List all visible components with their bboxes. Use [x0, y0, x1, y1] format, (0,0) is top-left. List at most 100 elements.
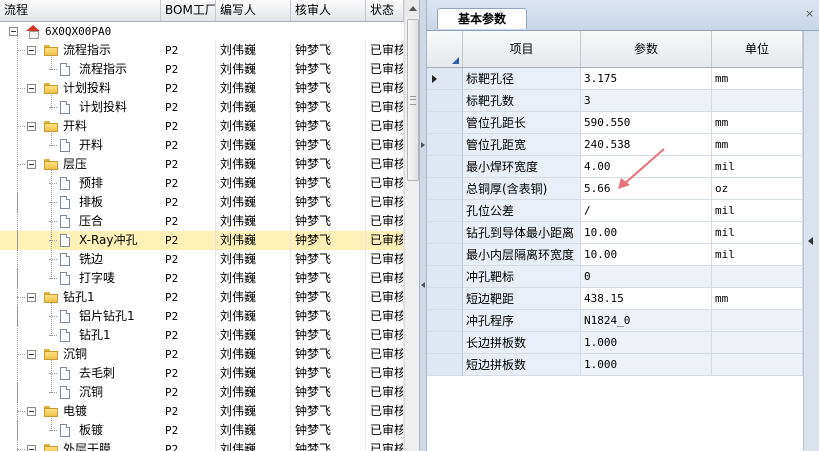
param-row[interactable]: 标靶孔数 3: [427, 90, 819, 112]
param-row[interactable]: 标靶孔径 3.175 mm: [427, 68, 819, 90]
row-indicator[interactable]: [427, 200, 463, 222]
tree-row[interactable]: 排板 P2 刘伟巍 钟梦飞 已审核: [0, 193, 404, 212]
param-row[interactable]: 短边拼板数 1.000: [427, 354, 819, 376]
tree-row[interactable]: 沉铜 P2 刘伟巍 钟梦飞 已审核: [0, 383, 404, 402]
tree-row-selected[interactable]: X-Ray冲孔 P2 刘伟巍 钟梦飞 已审核: [0, 231, 404, 250]
tree-leaf-label: X-Ray冲孔: [79, 233, 138, 247]
cell-value[interactable]: 4.00: [581, 156, 712, 178]
scroll-thumb[interactable]: [407, 19, 419, 181]
param-row[interactable]: 孔位公差 / mil: [427, 200, 819, 222]
tree-row[interactable]: 层压 P2 刘伟巍 钟梦飞 已审核: [0, 155, 404, 174]
tree-row[interactable]: 计划投料 P2 刘伟巍 钟梦飞 已审核: [0, 79, 404, 98]
cell-value[interactable]: 1.000: [581, 354, 712, 376]
col-header-process[interactable]: 流程: [0, 0, 161, 21]
cell-value[interactable]: N1824_0: [581, 310, 712, 332]
params-vertical-scrollbar[interactable]: [803, 31, 819, 451]
expand-left-icon[interactable]: [808, 237, 813, 245]
row-indicator[interactable]: [427, 266, 463, 288]
tree-row[interactable]: 开料 P2 刘伟巍 钟梦飞 已审核: [0, 136, 404, 155]
col-header-value[interactable]: 参数: [581, 31, 712, 67]
row-indicator[interactable]: [427, 354, 463, 376]
tree-row[interactable]: 外层干膜 P2 刘伟巍 钟梦飞 已审核: [0, 440, 404, 451]
tree-node-label: 沉铜: [63, 347, 88, 361]
cell-writer: 刘伟巍: [216, 440, 291, 451]
row-indicator[interactable]: [427, 222, 463, 244]
param-row[interactable]: 管位孔距宽 240.538 mm: [427, 134, 819, 156]
row-indicator[interactable]: [427, 112, 463, 134]
tree-row[interactable]: 沉铜 P2 刘伟巍 钟梦飞 已审核: [0, 345, 404, 364]
tree-leaf-label: 去毛刺: [79, 366, 116, 380]
cell-value[interactable]: /: [581, 200, 712, 222]
cell-value[interactable]: 0: [581, 266, 712, 288]
collapse-icon[interactable]: [27, 160, 36, 169]
cell-value[interactable]: 240.538: [581, 134, 712, 156]
tree-row[interactable]: 去毛刺 P2 刘伟巍 钟梦飞 已审核: [0, 364, 404, 383]
tree-vertical-scrollbar[interactable]: [404, 0, 419, 451]
tab-basic-params[interactable]: 基本参数: [437, 8, 527, 29]
row-indicator[interactable]: [427, 310, 463, 332]
collapse-left-icon[interactable]: [421, 282, 425, 288]
tree-row[interactable]: 计划投料 P2 刘伟巍 钟梦飞 已审核: [0, 98, 404, 117]
row-indicator[interactable]: [427, 156, 463, 178]
param-row[interactable]: 最小内层隔离环宽度 10.00 mil: [427, 244, 819, 266]
tree-row[interactable]: 流程指示 P2 刘伟巍 钟梦飞 已审核: [0, 41, 404, 60]
cell-value[interactable]: 3: [581, 90, 712, 112]
cell-value[interactable]: 10.00: [581, 222, 712, 244]
param-row[interactable]: 长边拼板数 1.000: [427, 332, 819, 354]
tree-row[interactable]: 铣边 P2 刘伟巍 钟梦飞 已审核: [0, 250, 404, 269]
param-row[interactable]: 管位孔距长 590.550 mm: [427, 112, 819, 134]
tree-row[interactable]: 流程指示 P2 刘伟巍 钟梦飞 已审核: [0, 60, 404, 79]
collapse-icon[interactable]: [27, 445, 36, 451]
collapse-icon[interactable]: [27, 407, 36, 416]
collapse-icon[interactable]: [27, 293, 36, 302]
tree-row[interactable]: 开料 P2 刘伟巍 钟梦飞 已审核: [0, 117, 404, 136]
scroll-up-icon[interactable]: [405, 0, 419, 17]
collapse-icon[interactable]: [27, 350, 36, 359]
tree-row[interactable]: 打字唛 P2 刘伟巍 钟梦飞 已审核: [0, 269, 404, 288]
cell-value[interactable]: 5.66: [581, 178, 712, 200]
row-indicator[interactable]: [427, 288, 463, 310]
row-indicator[interactable]: [427, 68, 463, 90]
row-indicator[interactable]: [427, 90, 463, 112]
document-icon: [60, 386, 70, 399]
tree-root-row[interactable]: 6X0QX00PA0: [0, 22, 404, 41]
collapse-right-icon[interactable]: [421, 142, 425, 148]
cell-reviewer: 钟梦飞: [291, 155, 366, 174]
cell-value[interactable]: 438.15: [581, 288, 712, 310]
col-header-writer[interactable]: 编写人: [216, 0, 291, 21]
cell-value[interactable]: 3.175: [581, 68, 712, 90]
tree-row[interactable]: 电镀 P2 刘伟巍 钟梦飞 已审核: [0, 402, 404, 421]
param-row[interactable]: 最小焊环宽度 4.00 mil: [427, 156, 819, 178]
param-row[interactable]: 短边靶距 438.15 mm: [427, 288, 819, 310]
tree-row[interactable]: 钻孔1 P2 刘伟巍 钟梦飞 已审核: [0, 326, 404, 345]
cell-writer: 刘伟巍: [216, 402, 291, 421]
header-corner[interactable]: [427, 31, 463, 67]
col-header-bom[interactable]: BOM工厂: [161, 0, 216, 21]
row-indicator[interactable]: [427, 134, 463, 156]
param-row[interactable]: 钻孔到导体最小距离 10.00 mil: [427, 222, 819, 244]
collapse-icon[interactable]: [27, 84, 36, 93]
tree-row[interactable]: 铝片钻孔1 P2 刘伟巍 钟梦飞 已审核: [0, 307, 404, 326]
tree-row[interactable]: 钻孔1 P2 刘伟巍 钟梦飞 已审核: [0, 288, 404, 307]
param-row[interactable]: 总铜厚(含表铜) 5.66 oz: [427, 178, 819, 200]
col-header-status[interactable]: 状态: [366, 0, 404, 21]
cell-value[interactable]: 590.550: [581, 112, 712, 134]
param-row[interactable]: 冲孔程序 N1824_0: [427, 310, 819, 332]
tree-row[interactable]: 板镀 P2 刘伟巍 钟梦飞 已审核: [0, 421, 404, 440]
cell-bom: P2: [161, 174, 216, 193]
col-header-item[interactable]: 项目: [463, 31, 581, 67]
close-icon[interactable]: ×: [805, 8, 815, 19]
collapse-icon[interactable]: [27, 46, 36, 55]
col-header-reviewer[interactable]: 核审人: [291, 0, 366, 21]
row-indicator[interactable]: [427, 178, 463, 200]
panel-splitter[interactable]: [419, 0, 427, 451]
tree-row[interactable]: 预排 P2 刘伟巍 钟梦飞 已审核: [0, 174, 404, 193]
cell-value[interactable]: 1.000: [581, 332, 712, 354]
tree-row[interactable]: 压合 P2 刘伟巍 钟梦飞 已审核: [0, 212, 404, 231]
row-indicator[interactable]: [427, 244, 463, 266]
col-header-unit[interactable]: 单位: [712, 31, 803, 67]
cell-value[interactable]: 10.00: [581, 244, 712, 266]
param-row[interactable]: 冲孔靶标 0: [427, 266, 819, 288]
collapse-icon[interactable]: [27, 122, 36, 131]
row-indicator[interactable]: [427, 332, 463, 354]
